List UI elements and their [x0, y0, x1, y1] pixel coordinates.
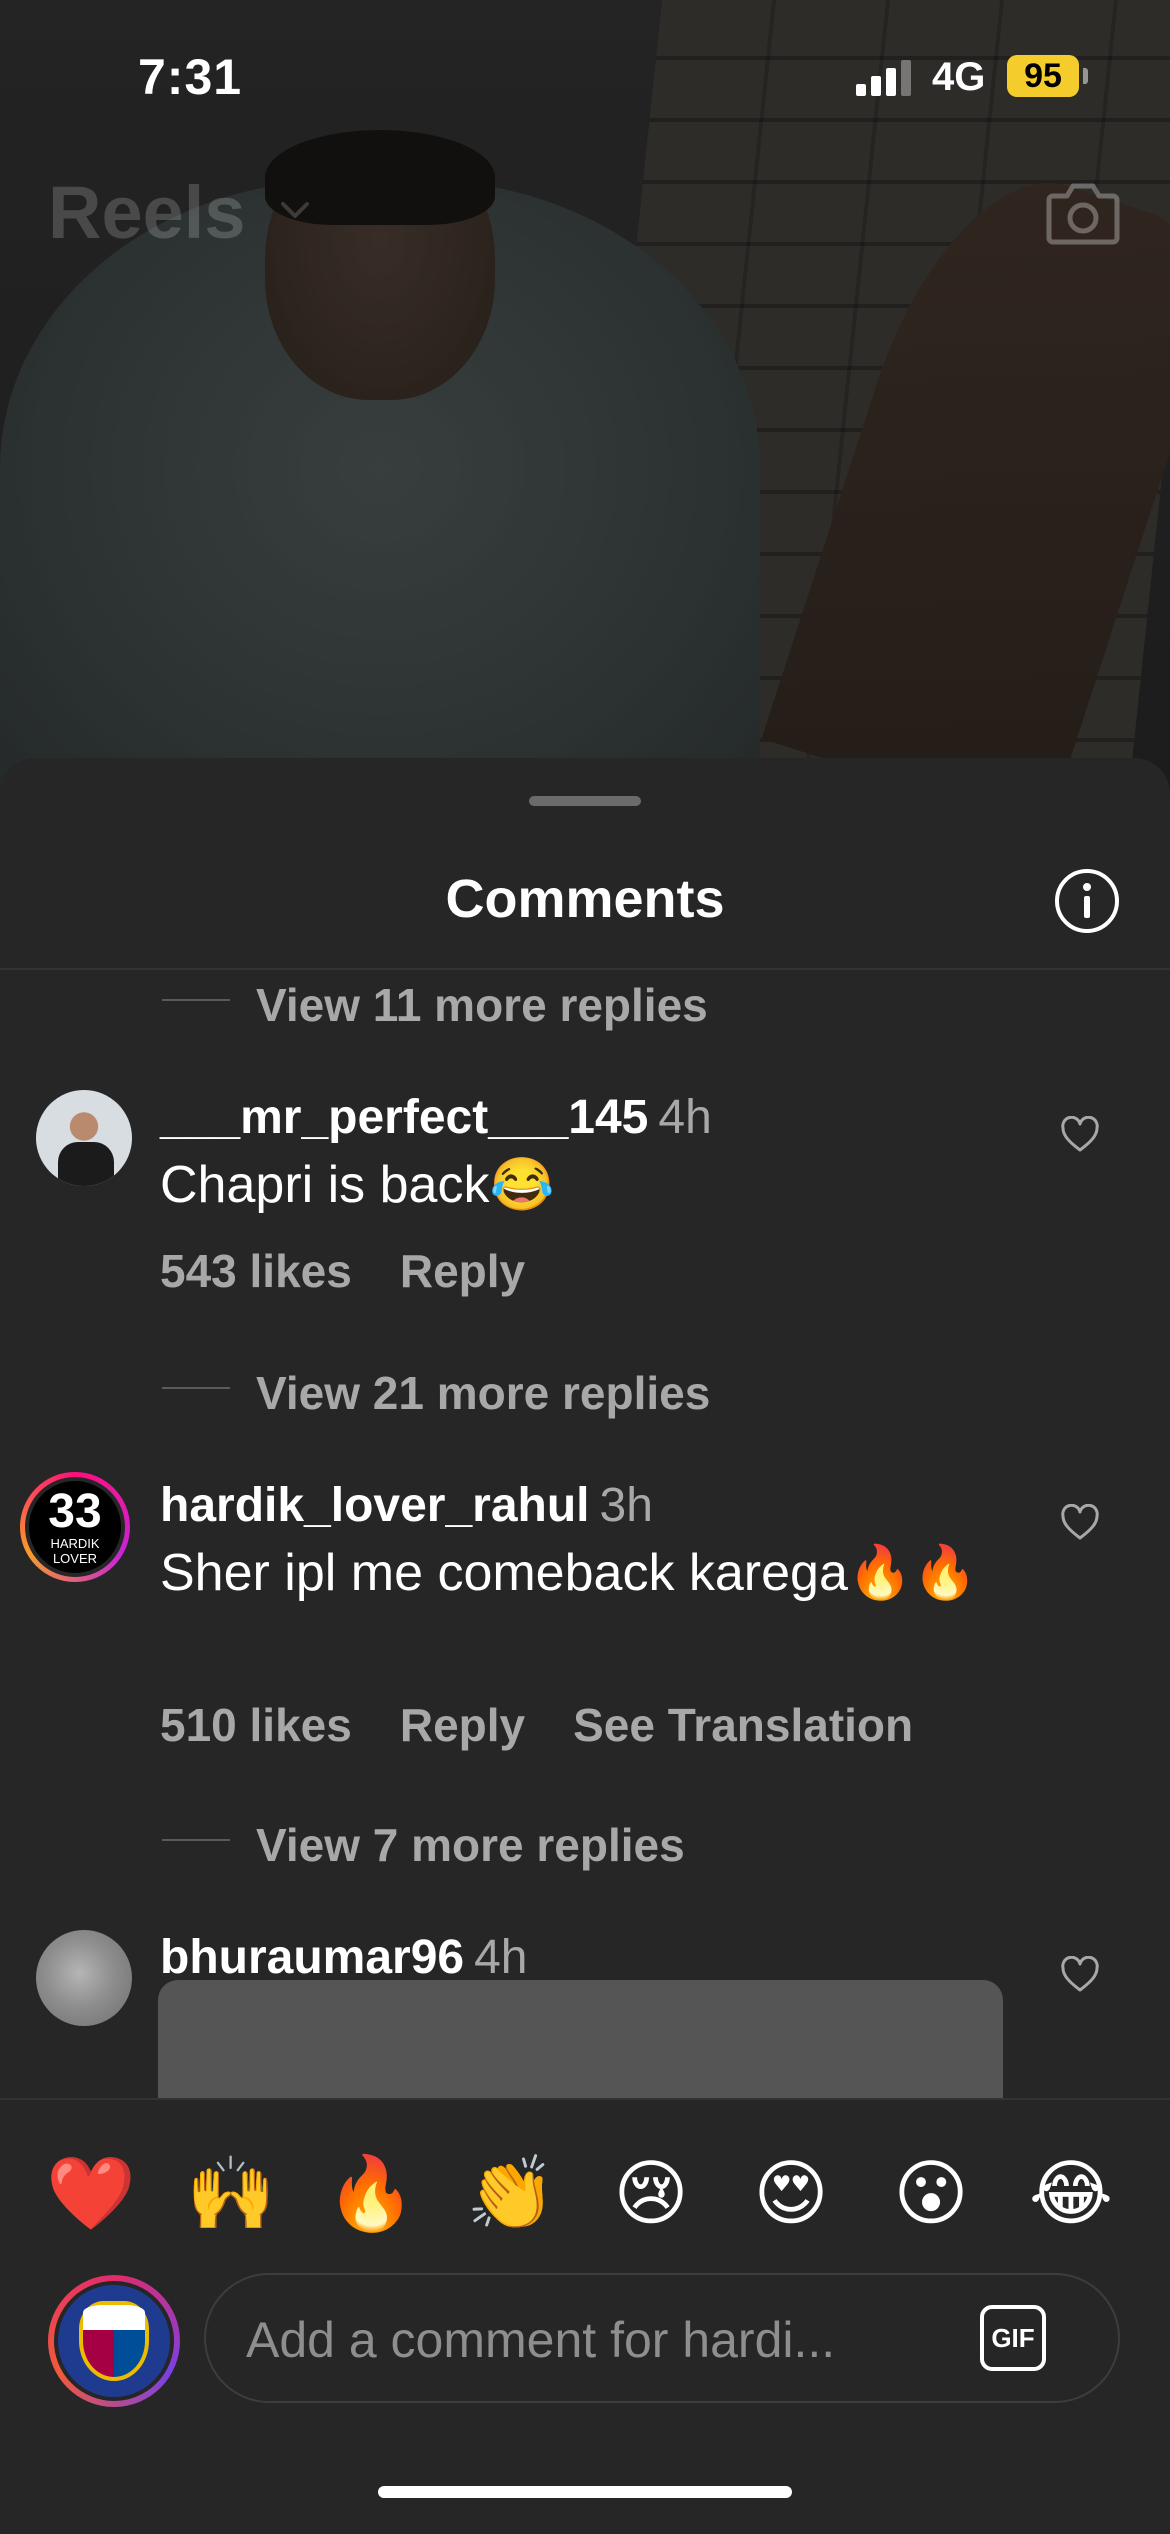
reaction-surprised[interactable]: 😮: [876, 2138, 986, 2248]
reply-button[interactable]: Reply: [400, 1699, 525, 1751]
chevron-down-icon[interactable]: [280, 200, 310, 220]
cellular-signal-icon: [856, 60, 916, 96]
comment-media[interactable]: [158, 1980, 1003, 2100]
battery-icon: 95: [1007, 55, 1079, 97]
reels-title[interactable]: Reels: [48, 170, 245, 255]
comment-actions: 510 likes Reply See Translation: [160, 1698, 961, 1752]
comment-username[interactable]: bhuraumar96: [160, 1931, 464, 1984]
comment-username[interactable]: ___mr_perfect___145: [160, 1091, 648, 1144]
gif-button[interactable]: GIF: [980, 2305, 1046, 2371]
network-type: 4G: [932, 55, 986, 99]
reaction-raised-hands[interactable]: 🙌: [176, 2138, 286, 2248]
comments-list: View 11 more replies ___mr_perfect___145…: [0, 970, 1170, 2100]
status-time: 7:31: [138, 49, 243, 105]
likes-count[interactable]: 543 likes: [160, 1245, 352, 1297]
status-bar: 7:31 4G 95: [0, 0, 1170, 150]
sheet-title: Comments: [445, 869, 725, 929]
battery-tip: [1083, 68, 1088, 84]
heart-icon[interactable]: [1060, 1504, 1100, 1542]
battery-level: 95: [1024, 56, 1062, 95]
avatar[interactable]: [36, 1930, 132, 2026]
club-crest-icon: [79, 2301, 149, 2381]
comment-time: 4h: [658, 1091, 712, 1144]
heart-icon[interactable]: [1060, 1116, 1100, 1154]
comment-text: Chapri is back😂: [160, 1156, 555, 1214]
comment-header: ___mr_perfect___145 4h: [160, 1090, 712, 1145]
view-more-replies-label: View 7 more replies: [256, 1819, 685, 1871]
info-icon[interactable]: [1054, 868, 1120, 934]
camera-icon[interactable]: [1045, 178, 1121, 248]
reaction-sad[interactable]: 😢: [596, 2138, 706, 2248]
comment-header: bhuraumar96 4h: [160, 1930, 528, 1985]
reply-button[interactable]: Reply: [400, 1245, 525, 1297]
comment-time: 4h: [474, 1931, 528, 1984]
comment-text: Sher ipl me comeback karega🔥🔥: [160, 1544, 978, 1602]
my-avatar[interactable]: [48, 2275, 180, 2407]
likes-count[interactable]: 510 likes: [160, 1699, 352, 1751]
reaction-clap[interactable]: 👏: [456, 2138, 566, 2248]
quick-reactions: ❤️ 🙌 🔥 👏 😢 😍 😮 😂: [0, 2138, 1170, 2248]
comment-composer-area: ❤️ 🙌 🔥 👏 😢 😍 😮 😂 GIF: [0, 2098, 1170, 2534]
reaction-fire[interactable]: 🔥: [316, 2138, 426, 2248]
comment-time: 3h: [599, 1479, 653, 1532]
comment-input-wrapper[interactable]: GIF: [204, 2273, 1120, 2403]
avatar[interactable]: 33 HARDIK LOVER: [20, 1472, 130, 1582]
reaction-heart-eyes[interactable]: 😍: [736, 2138, 846, 2248]
see-translation-button[interactable]: See Translation: [573, 1699, 913, 1751]
comment-username[interactable]: hardik_lover_rahul: [160, 1479, 590, 1532]
avatar[interactable]: [36, 1090, 132, 1186]
heart-icon[interactable]: [1060, 1956, 1100, 1994]
view-more-replies-label: View 11 more replies: [256, 979, 708, 1031]
home-indicator[interactable]: [378, 2486, 792, 2498]
view-more-replies-label: View 21 more replies: [256, 1367, 711, 1419]
reaction-heart[interactable]: ❤️: [36, 2138, 146, 2248]
reaction-laughing[interactable]: 😂: [1016, 2138, 1126, 2248]
comment-header: hardik_lover_rahul 3h: [160, 1478, 653, 1533]
comment-input[interactable]: [244, 2297, 948, 2383]
avatar-number: 33: [48, 1485, 102, 1538]
avatar-label: HARDIK LOVER: [50, 1536, 100, 1566]
comment-actions: 543 likes Reply: [160, 1244, 573, 1298]
sheet-grabber[interactable]: [529, 796, 641, 806]
